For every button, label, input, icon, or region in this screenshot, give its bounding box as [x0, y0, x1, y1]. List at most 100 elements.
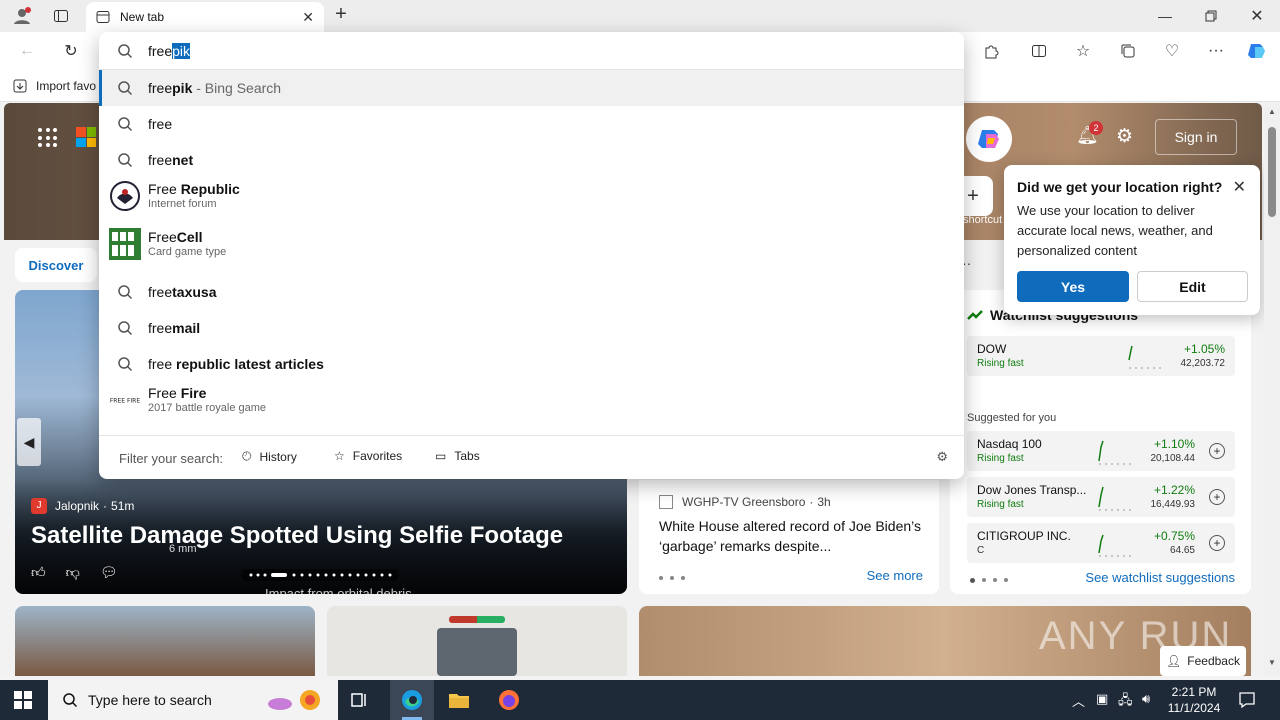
add-to-watchlist-button[interactable]: + [1209, 443, 1225, 459]
stock-price: 42,203.72 [1180, 358, 1226, 369]
more-menu-icon[interactable]: ··· [1205, 40, 1227, 62]
close-window-icon[interactable]: ✕ [1244, 0, 1270, 32]
add-to-watchlist-button[interactable]: + [1209, 489, 1225, 505]
suggestion-item[interactable]: FREE FIRE Free Fire 2017 battle royale g… [99, 382, 964, 418]
tab-title: New tab [120, 10, 165, 24]
sign-in-button[interactable]: Sign in [1155, 119, 1237, 155]
feedback-button[interactable]: 👤︎ Feedback [1160, 646, 1246, 676]
svg-text:FREE FIRE: FREE FIRE [110, 398, 140, 405]
close-icon[interactable]: ✕ [1233, 177, 1246, 197]
feedback-icon: 👤︎ [1166, 654, 1182, 668]
favorites-icon[interactable]: ☆ [1072, 40, 1094, 62]
watchlist-pagination-dots[interactable] [970, 578, 1008, 583]
tab-discover[interactable]: Discover [15, 248, 97, 282]
new-tab-button[interactable]: + [330, 4, 352, 26]
news-card[interactable]: WGHP-TV Greensboro · 3h White House alte… [639, 480, 939, 594]
suggestion-item[interactable]: freetaxusa [99, 274, 964, 310]
suggestion-item[interactable]: freepik - Bing Search [99, 70, 964, 106]
scroll-thumb[interactable] [1268, 127, 1276, 217]
carousel-dots[interactable] [241, 569, 399, 581]
see-watchlist-link[interactable]: See watchlist suggestions [1085, 570, 1235, 585]
news-card-thumbnail[interactable] [15, 606, 315, 676]
suggestion-prefix: Free [148, 181, 181, 197]
stock-row[interactable]: CITIGROUP INC. C +0.75% 64.65 + [967, 523, 1235, 563]
location-edit-button[interactable]: Edit [1137, 271, 1248, 302]
news-pagination-dots[interactable] [659, 576, 685, 580]
system-clock[interactable]: 2:21 PM 11/1/2024 [1164, 684, 1224, 716]
close-tab-icon[interactable]: ✕ [302, 9, 314, 26]
notification-center-icon[interactable] [1238, 691, 1256, 712]
page-scrollbar[interactable]: ▲ ▼ [1264, 103, 1280, 676]
search-icon [118, 285, 133, 300]
search-icon [118, 117, 133, 132]
search-icon [118, 81, 133, 96]
import-favorites-item[interactable]: Import favo [12, 78, 96, 94]
hero-title[interactable]: Satellite Damage Spotted Using Selfie Fo… [31, 522, 563, 550]
scroll-down-icon[interactable]: ▼ [1268, 658, 1276, 667]
notification-badge: 2 [1089, 121, 1103, 135]
news-card-thumbnail[interactable] [327, 606, 627, 676]
volume-icon[interactable]: 🔊︎ [1142, 691, 1150, 707]
suggestion-item[interactable]: freenet [99, 142, 964, 178]
browser-essentials-icon[interactable]: ♡ [1161, 40, 1183, 62]
see-more-link[interactable]: See more [867, 568, 923, 583]
like-icon[interactable]: 👍︎ [31, 564, 46, 581]
stock-row[interactable]: Dow Jones Transp... Rising fast +1.22% 1… [967, 477, 1235, 517]
network-adapter-icon[interactable]: ▣ [1096, 691, 1108, 707]
start-button[interactable] [14, 691, 32, 709]
task-view-icon[interactable] [348, 688, 372, 712]
location-yes-button[interactable]: Yes [1017, 271, 1129, 302]
add-to-watchlist-button[interactable]: + [1209, 535, 1225, 551]
filter-tabs-button[interactable]: ▭ Tabs [435, 449, 480, 463]
feedback-label: Feedback [1187, 654, 1240, 668]
stock-row[interactable]: Nasdaq 100 Rising fast +1.10% 20,108.44 … [967, 431, 1235, 471]
suggestion-item[interactable]: Free Republic Internet forum [99, 178, 964, 214]
back-icon[interactable]: ← [16, 40, 38, 62]
carousel-prev-button[interactable]: ◀ [17, 418, 41, 466]
stock-ticker: C [977, 545, 985, 556]
wghp-logo [659, 495, 673, 509]
stock-row[interactable]: DOW Rising fast +1.05% 42,203.72 [967, 336, 1235, 376]
search-settings-icon[interactable]: ⚙ [936, 449, 948, 465]
suggestion-item[interactable]: free republic latest articles [99, 346, 964, 382]
filter-history-button[interactable]: 🕘︎ History [242, 449, 297, 464]
filter-favorites-button[interactable]: ☆ Favorites [334, 449, 402, 463]
tab-new-tab[interactable]: New tab ✕ [86, 2, 324, 32]
comment-icon[interactable]: 💬︎ [100, 564, 118, 581]
taskbar-search[interactable]: Type here to search [48, 680, 338, 720]
stock-name: Dow Jones Transp... [977, 483, 1087, 497]
page-settings-icon[interactable]: ⚙ [1116, 125, 1133, 148]
apps-launcher-icon[interactable] [38, 128, 58, 148]
suggestion-item[interactable]: freemail [99, 310, 964, 346]
address-bar-input[interactable]: freepik [99, 32, 964, 70]
collections-icon[interactable] [1117, 40, 1139, 62]
copilot-icon[interactable] [1246, 40, 1268, 62]
suggestion-item[interactable]: FreeCell Card game type [99, 226, 964, 262]
minimize-icon[interactable]: — [1152, 0, 1178, 32]
extensions-icon[interactable] [980, 40, 1002, 62]
search-icon [118, 44, 133, 59]
scroll-up-icon[interactable]: ▲ [1268, 107, 1276, 116]
search-highlight-image [268, 690, 320, 710]
hero-source: J Jalopnik · 51m [31, 498, 134, 514]
stock-status: Rising fast [977, 499, 1024, 510]
firefox-icon[interactable] [497, 688, 521, 712]
suggestion-prefix: free [148, 284, 173, 300]
split-screen-icon[interactable] [1028, 40, 1050, 62]
tab-actions-icon[interactable] [48, 0, 74, 32]
refresh-icon[interactable]: ↻ [60, 40, 82, 62]
profile-icon[interactable] [8, 0, 36, 32]
product-image [437, 628, 517, 676]
dislike-icon[interactable]: 👎︎ [66, 564, 80, 581]
suggestion-item[interactable]: free [99, 106, 964, 142]
news-card-thumbnail[interactable]: ANY RUN 👤︎ Feedback [639, 606, 1251, 676]
restore-icon[interactable] [1198, 0, 1224, 32]
news-title[interactable]: White House altered record of Joe Biden’… [659, 516, 921, 556]
show-hidden-icons[interactable]: ︿ [1072, 691, 1085, 710]
file-explorer-icon[interactable] [447, 688, 471, 712]
copilot-button[interactable] [966, 116, 1012, 162]
network-icon[interactable]: 🖧︎ [1118, 691, 1133, 713]
stock-change: +1.05% [1183, 342, 1225, 356]
edge-taskbar-app[interactable] [390, 680, 434, 720]
stock-name: DOW [977, 342, 1007, 356]
